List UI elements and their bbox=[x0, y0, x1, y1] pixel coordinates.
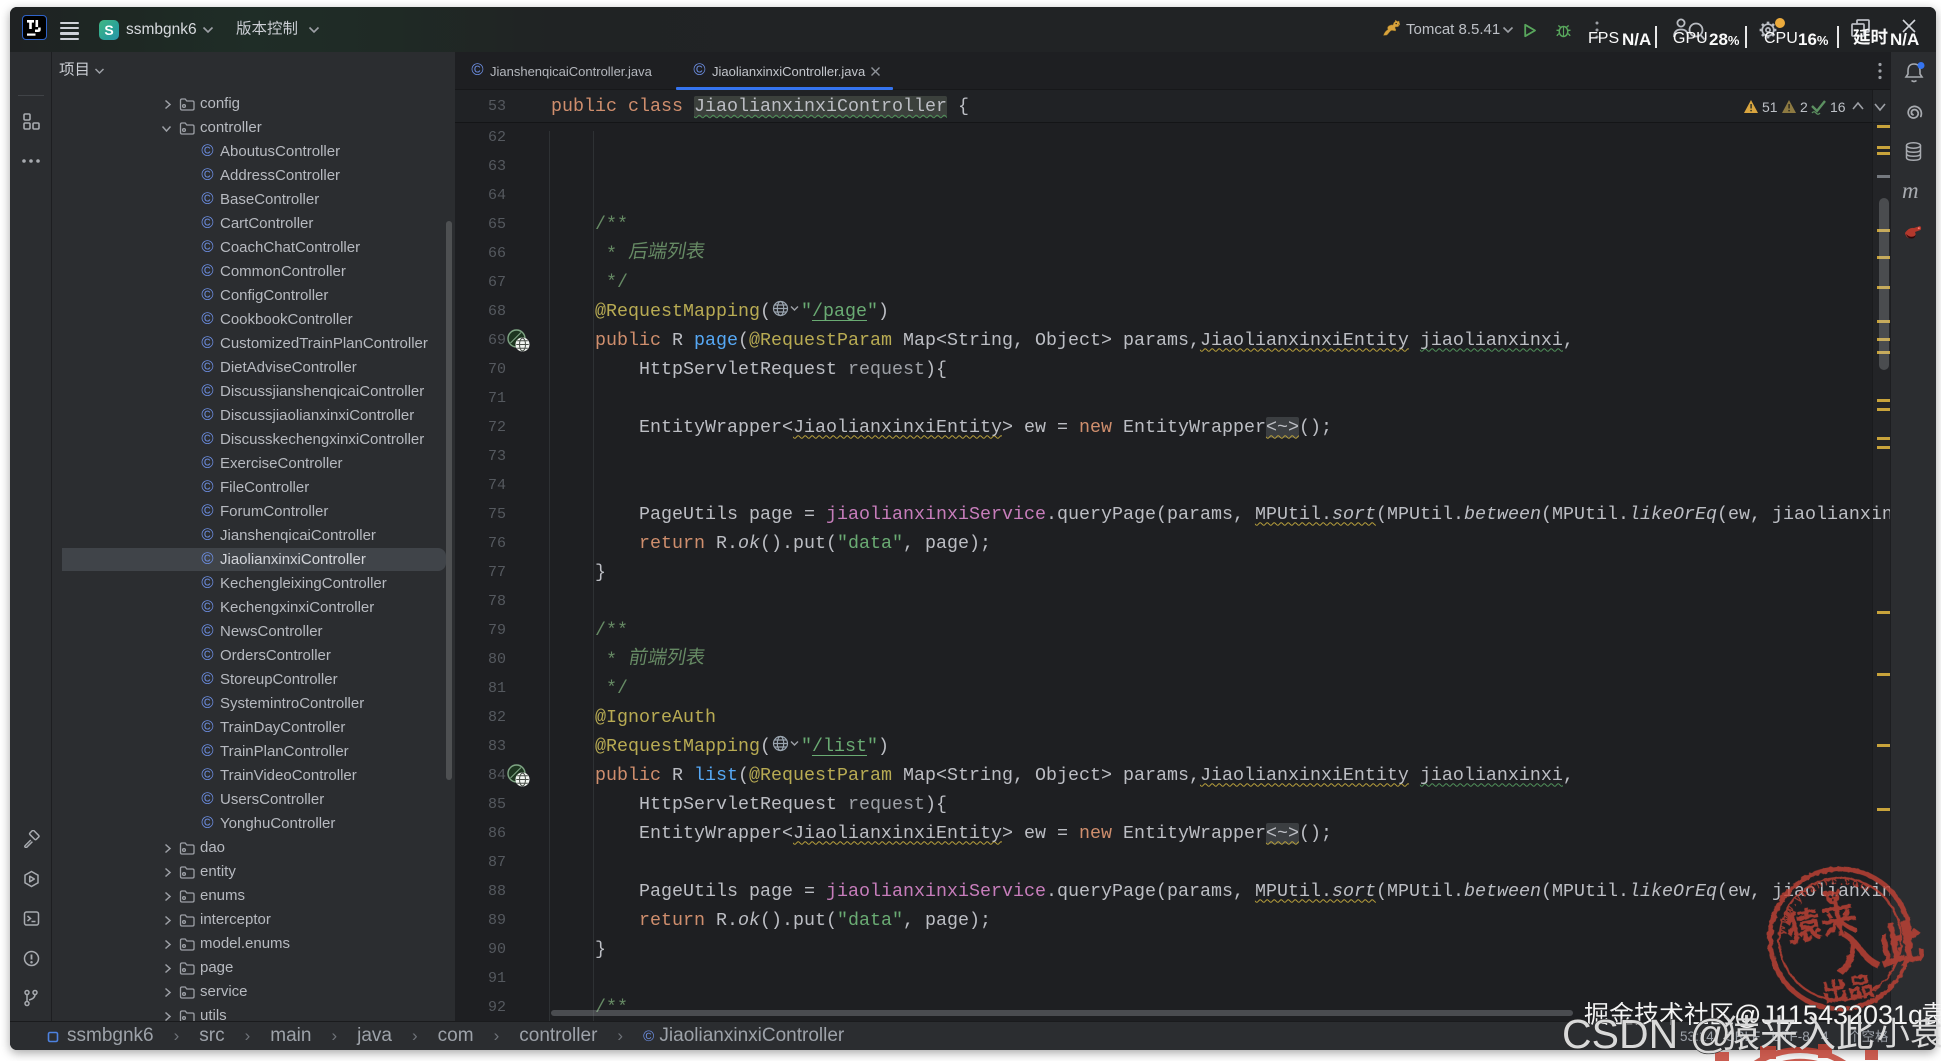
svg-text:CSDN @: CSDN @ bbox=[1562, 1014, 1731, 1057]
svg-text:51: 51 bbox=[1762, 99, 1778, 115]
svg-text:16: 16 bbox=[1830, 99, 1846, 115]
svg-text:2: 2 bbox=[1800, 99, 1808, 115]
svg-text:www.yuanrc.com: www.yuanrc.com bbox=[1769, 870, 1880, 938]
